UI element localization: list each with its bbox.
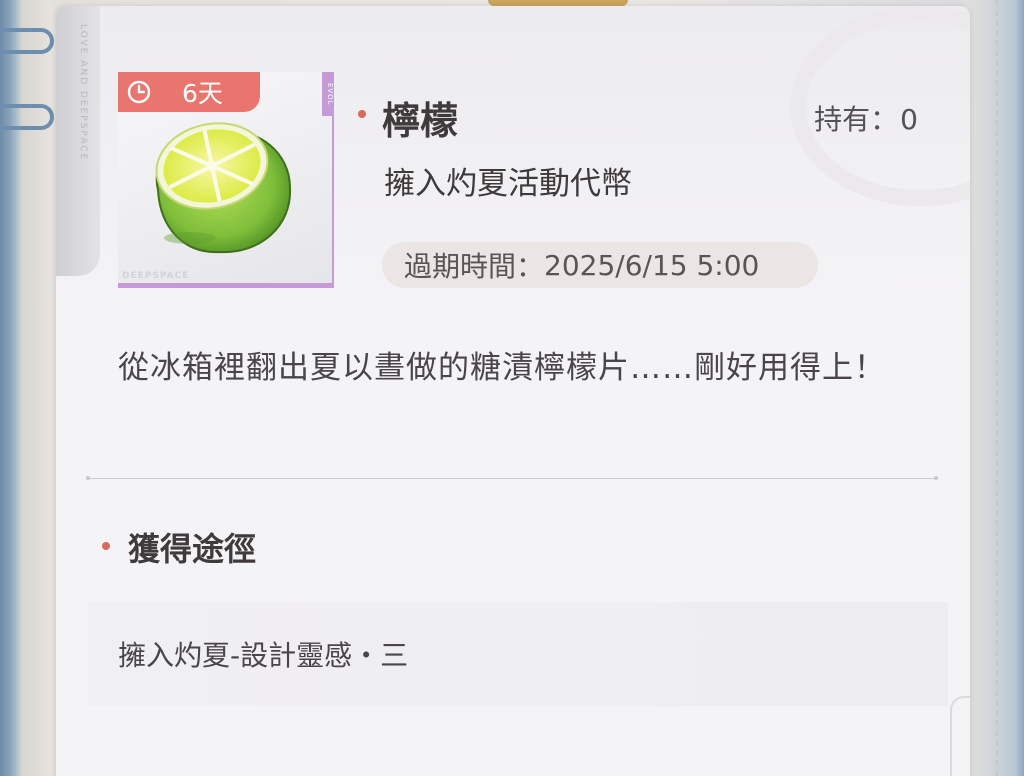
brand-vertical-text: LOVE AND DEEPSPACE: [78, 24, 88, 162]
owned-value: 0: [900, 103, 918, 136]
item-description: 從冰箱裡翻出夏以晝做的糖漬檸檬片……剛好用得上！: [118, 350, 886, 386]
acquisition-source-label: 擁入灼夏-設計靈感・三: [118, 639, 409, 672]
binder-ring: [0, 28, 54, 54]
owned-label: 持有：: [814, 103, 899, 136]
card-corner-tab: [950, 696, 970, 776]
item-name: 檸檬: [382, 98, 459, 143]
notebook-edge: [964, 0, 1024, 776]
expiry-countdown-badge: 6天: [118, 72, 260, 112]
item-detail-card: LOVE AND DEEPSPACE EVOL DEEPSPACE 6天 檸檬 …: [56, 6, 970, 776]
lemon-icon: [155, 122, 292, 254]
expiry-pill: 過期時間： 2025/6/15 5:00: [382, 242, 818, 288]
expiry-value: 2025/6/15 5:00: [544, 248, 760, 282]
section-divider: [88, 478, 938, 479]
expiry-label: 過期時間：: [404, 250, 545, 283]
acquisition-title: 獲得途徑: [128, 530, 257, 568]
bullet-dot: [358, 110, 366, 118]
bullet-dot: [102, 542, 110, 550]
countdown-days: 6天: [182, 79, 223, 108]
stitch-line: [996, 0, 998, 776]
acquisition-source-item[interactable]: 擁入灼夏-設計靈感・三: [88, 602, 948, 706]
thumbnail-watermark: DEEPSPACE: [122, 271, 190, 281]
owned-count: 持有：0: [814, 98, 918, 138]
clock-icon: [127, 80, 151, 104]
item-type: 擁入灼夏活動代幣: [384, 166, 632, 202]
evol-tag: EVOL: [322, 72, 334, 116]
binder-ring: [0, 104, 54, 130]
